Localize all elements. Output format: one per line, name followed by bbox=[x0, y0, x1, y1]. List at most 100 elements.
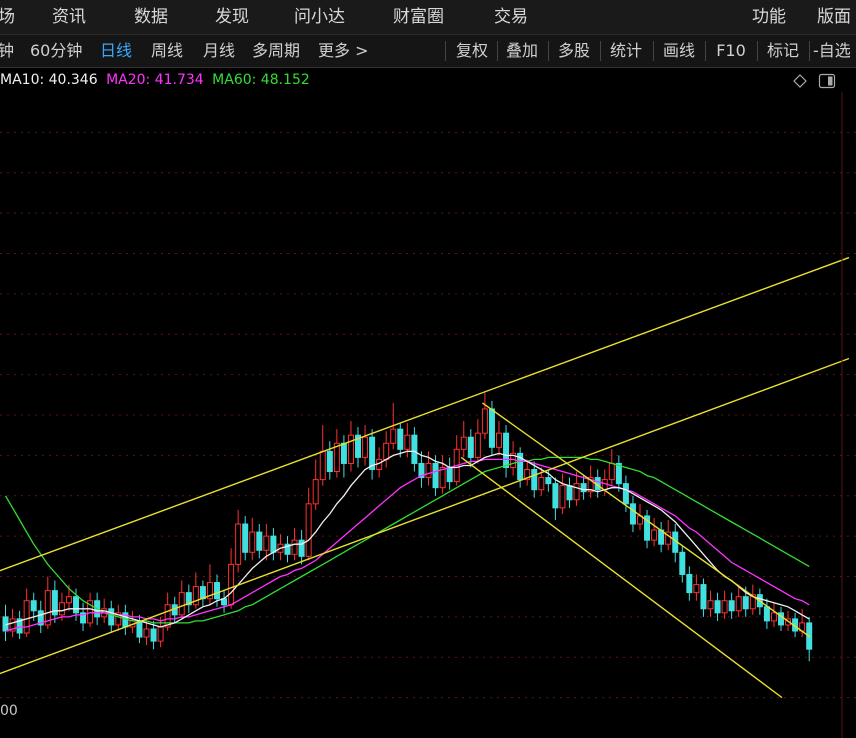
candle-body bbox=[390, 428, 397, 444]
trend-line[interactable] bbox=[0, 357, 850, 685]
candle-body bbox=[721, 600, 728, 614]
candle-body bbox=[411, 434, 418, 464]
candle-body bbox=[136, 620, 143, 638]
candle-body bbox=[559, 485, 566, 509]
menu-market[interactable]: 场 bbox=[0, 0, 15, 34]
menu-trade[interactable]: 交易 bbox=[494, 0, 528, 34]
candle-body bbox=[531, 469, 538, 491]
candle-body bbox=[432, 462, 439, 489]
ma20-value: MA20: 41.734 bbox=[106, 72, 204, 88]
candle-body bbox=[488, 408, 495, 448]
candle-body bbox=[23, 600, 30, 634]
candle-body bbox=[340, 442, 347, 464]
top-menu-bar: 场 资讯 数据 发现 问小达 财富圈 交易 功能 版面 bbox=[0, 0, 856, 35]
candle-body bbox=[693, 584, 700, 594]
tool-fuquan-button[interactable]: 复权 bbox=[452, 39, 492, 63]
candle-body bbox=[566, 485, 573, 501]
ma-lines bbox=[4, 450, 810, 632]
candle-body bbox=[481, 408, 488, 434]
toolbar-divider bbox=[548, 41, 549, 61]
tool-multi-stock-button[interactable]: 多股 bbox=[554, 39, 594, 63]
period-60min[interactable]: 60分钟 bbox=[30, 35, 82, 67]
toolbar-divider bbox=[809, 41, 810, 61]
candle-body bbox=[178, 592, 185, 616]
candle-body bbox=[686, 573, 693, 594]
candle-body bbox=[629, 503, 636, 525]
toolbar-divider bbox=[705, 41, 706, 61]
candle-body bbox=[150, 628, 157, 642]
candle-body bbox=[770, 612, 777, 622]
ma10-value: MA10: 40.346 bbox=[0, 72, 98, 88]
period-weekly[interactable]: 周线 bbox=[151, 35, 183, 67]
trend-line[interactable] bbox=[460, 456, 783, 699]
ma-legend: MA10: 40.346 MA20: 41.734 MA60: 48.152 bbox=[0, 69, 314, 91]
ma20-line bbox=[5, 458, 810, 632]
period-monthly[interactable]: 月线 bbox=[203, 35, 235, 67]
ma60-value: MA60: 48.152 bbox=[212, 72, 310, 88]
candle-body bbox=[728, 600, 735, 612]
menu-wenxiaoda[interactable]: 问小达 bbox=[294, 0, 345, 34]
candle-body bbox=[228, 563, 235, 606]
tool-draw-line-button[interactable]: 画线 bbox=[659, 39, 699, 63]
menu-function[interactable]: 功能 bbox=[752, 0, 786, 34]
candle-body bbox=[347, 434, 354, 464]
ma10-line bbox=[5, 450, 810, 628]
candle-body bbox=[242, 523, 249, 553]
candle-body bbox=[73, 596, 79, 614]
tool-statistics-button[interactable]: 统计 bbox=[606, 39, 646, 63]
tool-mark-button[interactable]: 标记 bbox=[763, 39, 803, 63]
period-more[interactable]: 更多 > bbox=[318, 35, 369, 67]
candle-body bbox=[362, 436, 369, 458]
candle-body bbox=[474, 432, 481, 458]
candle-body bbox=[446, 466, 453, 483]
candle-body bbox=[249, 531, 256, 553]
candle-body bbox=[622, 483, 629, 505]
trend-line[interactable] bbox=[481, 402, 811, 638]
toolbar-divider bbox=[600, 41, 601, 61]
candle-body bbox=[460, 436, 467, 450]
candle-body bbox=[496, 432, 502, 448]
candle-body bbox=[714, 600, 721, 614]
candle-body bbox=[397, 428, 404, 450]
candle-body bbox=[552, 483, 559, 509]
candle-body bbox=[65, 596, 72, 604]
candle-body bbox=[735, 596, 742, 612]
menu-news[interactable]: 资讯 bbox=[52, 0, 86, 34]
menu-data[interactable]: 数据 bbox=[134, 0, 168, 34]
axis-bottom-label: 00 bbox=[0, 703, 18, 719]
tool-overlay-button[interactable]: 叠加 bbox=[502, 39, 542, 63]
chart-toolbar: 钟 60分钟 日线 周线 月线 多周期 更多 > 复权 叠加 多股 统计 画线 … bbox=[0, 35, 856, 68]
period-multi[interactable]: 多周期 bbox=[252, 35, 300, 67]
candle-body bbox=[214, 582, 220, 600]
panel-toggle-icon[interactable] bbox=[818, 73, 836, 89]
menu-fortune-circle[interactable]: 财富圈 bbox=[393, 0, 444, 34]
candle-body bbox=[679, 551, 686, 575]
toolbar-divider bbox=[757, 41, 758, 61]
candle-body bbox=[545, 477, 552, 485]
candle-body bbox=[319, 450, 326, 481]
channel-lines bbox=[0, 256, 850, 699]
candle-body bbox=[742, 596, 749, 610]
kline-chart[interactable] bbox=[0, 92, 856, 738]
candle-body bbox=[312, 479, 319, 505]
tool-f10-button[interactable]: F10 bbox=[711, 39, 751, 63]
trend-line[interactable] bbox=[0, 256, 850, 583]
candles bbox=[2, 392, 813, 662]
period-daily[interactable]: 日线 bbox=[100, 35, 132, 67]
candle-body bbox=[256, 531, 263, 551]
candle-body bbox=[608, 462, 615, 481]
menu-layout[interactable]: 版面 bbox=[817, 0, 851, 34]
toolbar-divider bbox=[653, 41, 654, 61]
candle-body bbox=[467, 436, 474, 458]
tool-watchlist-button[interactable]: -自选 bbox=[813, 39, 856, 63]
candle-body bbox=[270, 535, 277, 553]
candle-body bbox=[58, 602, 65, 616]
candle-body bbox=[108, 608, 115, 626]
menu-discover[interactable]: 发现 bbox=[215, 0, 249, 34]
candle-body bbox=[503, 432, 510, 468]
period-minute[interactable]: 钟 bbox=[0, 35, 14, 67]
diamond-icon[interactable] bbox=[792, 73, 808, 89]
candle-body bbox=[263, 535, 270, 551]
candle-body bbox=[707, 600, 714, 610]
candle-body bbox=[573, 483, 580, 501]
